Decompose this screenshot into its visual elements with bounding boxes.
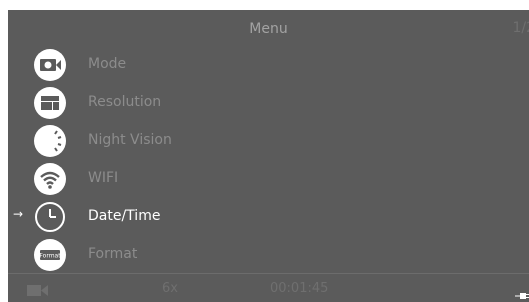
night-vision-icon [34, 125, 66, 157]
wifi-icon [34, 163, 66, 195]
format-icon: Format [34, 239, 66, 271]
selection-arrow-icon: → [13, 207, 24, 221]
menu-item-date-time[interactable]: → Date/Time [8, 199, 529, 235]
menu-item-resolution[interactable]: Resolution [8, 85, 529, 121]
page-indicator: 1/2 [512, 20, 529, 36]
format-icon-text: Format [39, 253, 61, 260]
zoom-level: 6x [162, 281, 178, 296]
menu-title: Menu [249, 21, 288, 37]
menu-item-label: Mode [88, 56, 127, 72]
camera-menu-screen: Menu 1/2 Mode Resolution [8, 10, 529, 302]
menu-item-label: Resolution [88, 94, 162, 110]
menu-item-mode[interactable]: Mode [8, 47, 529, 83]
clock-icon [34, 201, 66, 233]
status-bar: 6x 00:01:45 [8, 274, 529, 302]
plug-icon [515, 285, 529, 302]
menu-item-label: WIFI [88, 170, 119, 186]
menu-item-format[interactable]: Format Format [8, 237, 529, 273]
menu-item-label: Date/Time [88, 208, 161, 224]
menu-item-night-vision[interactable]: Night Vision [8, 123, 529, 159]
camera-mode-icon [34, 49, 66, 81]
menu-item-label: Night Vision [88, 132, 172, 148]
recording-time: 00:01:45 [270, 281, 329, 296]
video-camera-icon [27, 282, 49, 301]
menu-item-wifi[interactable]: WIFI [8, 161, 529, 197]
menu-item-label: Format [88, 246, 138, 262]
resolution-icon [34, 87, 66, 119]
